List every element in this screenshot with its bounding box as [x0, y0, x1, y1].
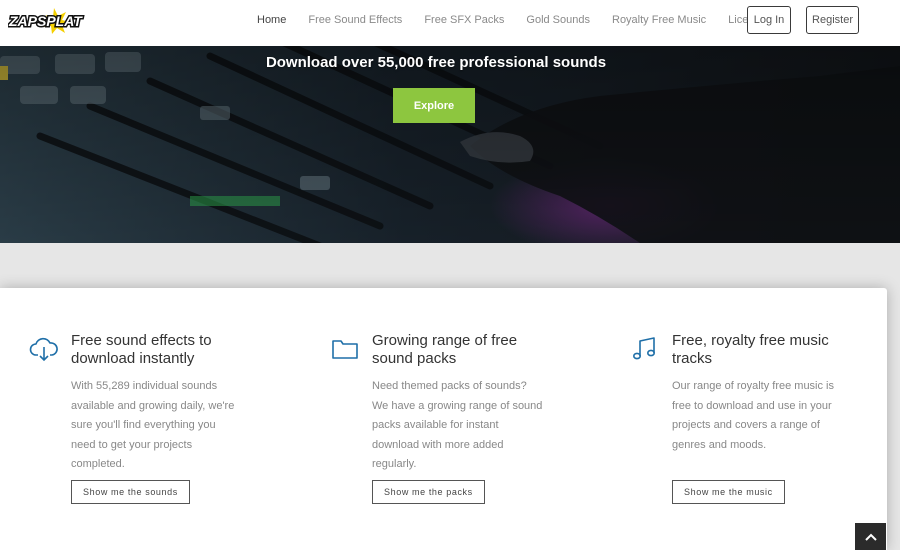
show-packs-button[interactable]: Show me the packs: [372, 480, 485, 504]
nav-gold-sounds[interactable]: Gold Sounds: [526, 14, 590, 26]
chevron-up-icon: [864, 533, 877, 541]
show-sounds-button[interactable]: Show me the sounds: [71, 480, 190, 504]
cloud-download-icon: [29, 337, 58, 362]
feature-description: With 55,289 individual sounds available …: [71, 380, 235, 470]
nav-free-sound-effects[interactable]: Free Sound Effects: [308, 14, 402, 26]
folder-icon: [332, 340, 358, 359]
explore-button[interactable]: Explore: [393, 88, 475, 123]
features-card: Free sound effects to download instantly…: [0, 288, 887, 550]
login-button[interactable]: Log In: [747, 6, 791, 34]
music-note-icon: [632, 337, 655, 360]
feature-description: Need themed packs of sounds? We have a g…: [372, 380, 543, 470]
scroll-to-top-button[interactable]: [855, 523, 886, 550]
feature-title: Growing range of free sound packs: [372, 332, 518, 367]
hero-title: Download over 55,000 free professional s…: [265, 54, 607, 71]
feature-title: Free, royalty free music tracks: [672, 332, 829, 367]
feature-sound-packs: Growing range of free sound packs Need t…: [332, 332, 602, 504]
nav-home[interactable]: Home: [257, 14, 286, 26]
top-navbar: ZAPSPLAT Home Free Sound Effects Free SF…: [0, 0, 900, 46]
zapsplat-logo[interactable]: ZAPSPLAT: [8, 7, 88, 35]
hero-banner: Download over 55,000 free professional s…: [0, 46, 900, 243]
nav-royalty-free-music[interactable]: Royalty Free Music: [612, 14, 706, 26]
show-music-button[interactable]: Show me the music: [672, 480, 785, 504]
nav-free-sfx-packs[interactable]: Free SFX Packs: [424, 14, 504, 26]
svg-text:ZAPSPLAT: ZAPSPLAT: [8, 13, 83, 29]
feature-title: Free sound effects to download instantly: [71, 332, 212, 367]
mixing-console-image: [0, 46, 900, 243]
feature-music: Free, royalty free music tracks Our rang…: [632, 332, 900, 504]
feature-description: Our range of royalty free music is free …: [672, 380, 835, 451]
main-menu: Home Free Sound Effects Free SFX Packs G…: [246, 0, 786, 40]
feature-sound-effects: Free sound effects to download instantly…: [29, 332, 301, 504]
register-button[interactable]: Register: [806, 6, 859, 34]
